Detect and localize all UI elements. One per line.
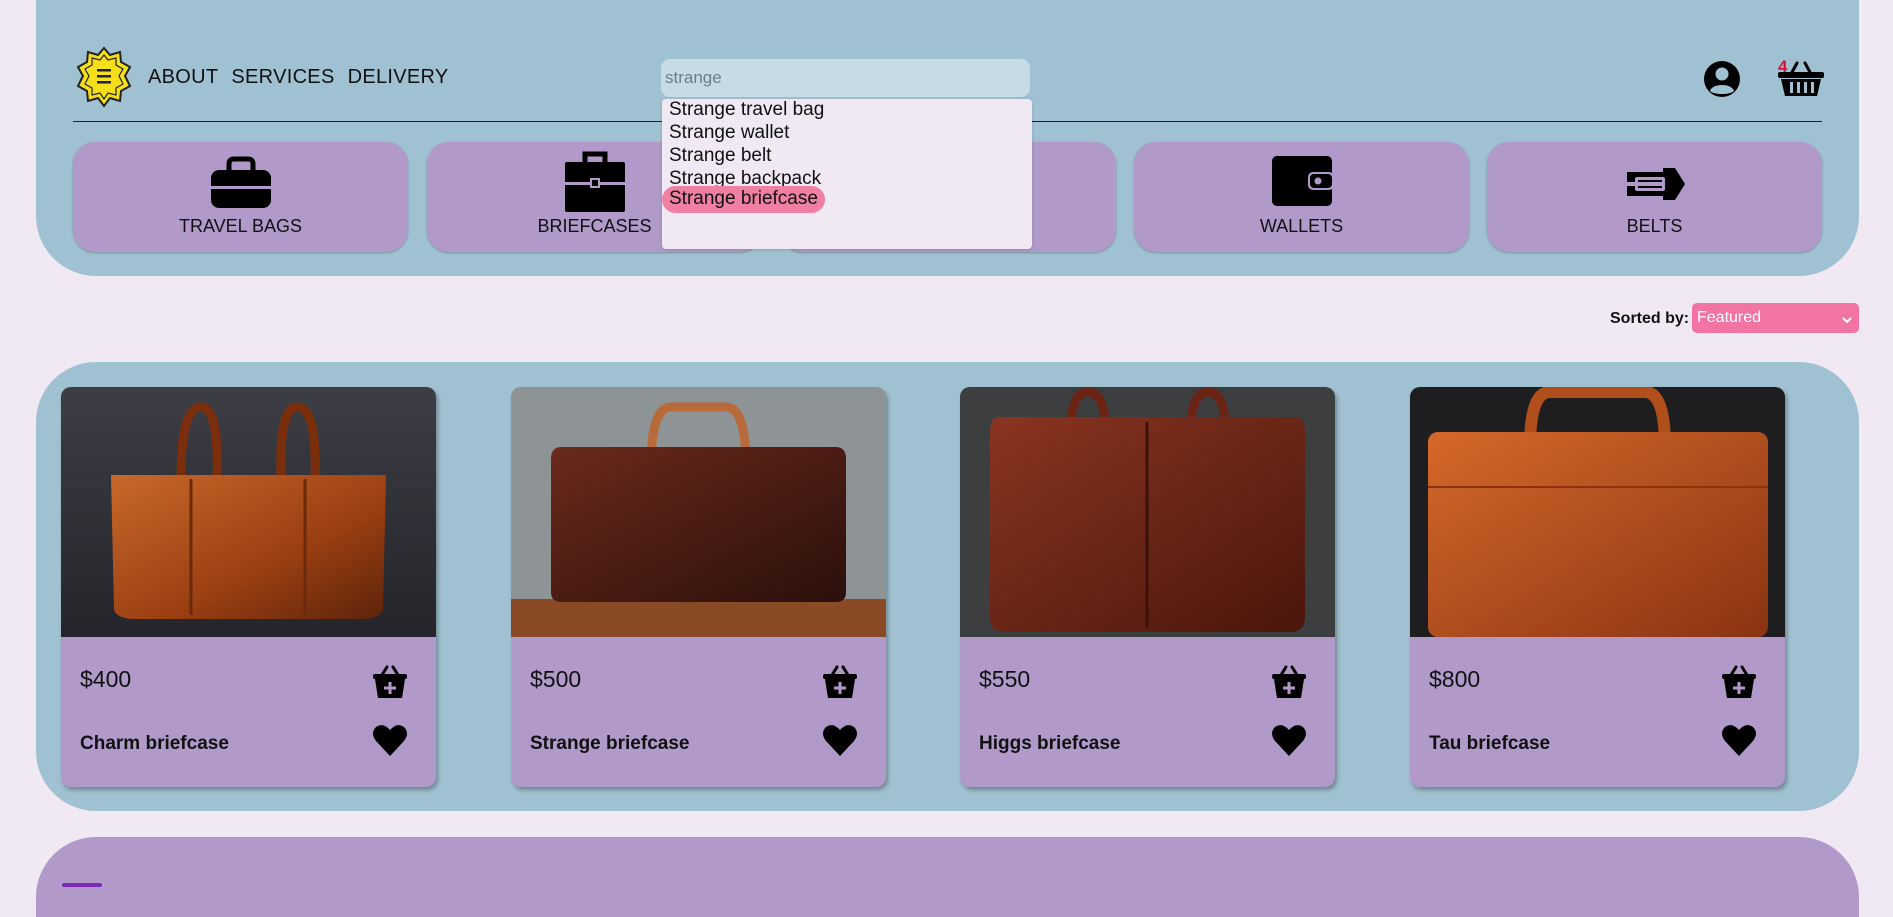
- add-to-cart-icon[interactable]: [822, 665, 858, 699]
- product-name: Charm briefcase: [80, 733, 229, 754]
- products-panel: $400 Charm briefcase $500 Strange briefc…: [36, 362, 1859, 811]
- add-to-cart-icon[interactable]: [1721, 665, 1757, 699]
- category-belts[interactable]: BELTS: [1487, 142, 1822, 252]
- briefcase-icon: [563, 151, 627, 219]
- travel-bag-icon: [209, 156, 273, 215]
- main-nav: ABOUT SERVICES DELIVERY: [148, 66, 449, 89]
- add-to-cart-icon[interactable]: [372, 665, 408, 699]
- product-price: $400: [80, 666, 132, 692]
- category-label: WALLETS: [1259, 216, 1344, 236]
- chevron-down-icon: [1841, 312, 1853, 330]
- footer-decoration: [62, 883, 102, 887]
- product-image[interactable]: [1410, 387, 1785, 637]
- search-suggestions: Strange travel bag Strange wallet Strang…: [662, 99, 1032, 249]
- product-name: Strange briefcase: [530, 733, 690, 754]
- wallet-icon: [1270, 156, 1334, 213]
- product-card[interactable]: $400 Charm briefcase: [61, 387, 436, 787]
- heart-icon[interactable]: [1721, 723, 1757, 757]
- sort-value: Featured: [1697, 309, 1762, 326]
- product-image[interactable]: [511, 387, 886, 637]
- add-to-cart-icon[interactable]: [1271, 665, 1307, 699]
- suggestion-item[interactable]: Strange travel bag: [669, 99, 824, 121]
- sort-label: Sorted by:: [1610, 310, 1690, 327]
- suggestion-item[interactable]: Strange belt: [669, 145, 771, 167]
- suggestion-item[interactable]: Strange wallet: [669, 122, 789, 144]
- category-wallets[interactable]: WALLETS: [1134, 142, 1469, 252]
- category-label: BELTS: [1626, 216, 1683, 236]
- cart-count-badge: 4: [1778, 57, 1788, 76]
- product-card[interactable]: $500 Strange briefcase: [511, 387, 886, 787]
- product-image[interactable]: [960, 387, 1335, 637]
- product-name: Higgs briefcase: [979, 733, 1121, 754]
- product-image[interactable]: [61, 387, 436, 637]
- product-name: Tau briefcase: [1429, 733, 1551, 754]
- search-input[interactable]: [661, 59, 1030, 97]
- belt-icon: [1623, 156, 1687, 221]
- heart-icon[interactable]: [1271, 723, 1307, 757]
- product-price: $500: [530, 666, 582, 692]
- footer-panel: [36, 837, 1859, 917]
- heart-icon[interactable]: [822, 723, 858, 757]
- product-price: $800: [1429, 666, 1481, 692]
- sort-select[interactable]: Featured: [1692, 303, 1859, 333]
- nav-services[interactable]: SERVICES: [231, 66, 334, 89]
- logo-icon[interactable]: [76, 46, 132, 108]
- product-price: $550: [979, 666, 1031, 692]
- product-card[interactable]: $550 Higgs briefcase: [960, 387, 1335, 787]
- user-account-icon[interactable]: [1703, 60, 1741, 98]
- nav-delivery[interactable]: DELIVERY: [348, 66, 449, 89]
- category-travel-bags[interactable]: TRAVEL BAGS: [73, 142, 408, 252]
- suggestion-item-highlighted[interactable]: Strange briefcase: [662, 186, 825, 213]
- product-card[interactable]: $800 Tau briefcase: [1410, 387, 1785, 787]
- nav-about[interactable]: ABOUT: [148, 66, 218, 89]
- category-label: TRAVEL BAGS: [178, 216, 303, 236]
- heart-icon[interactable]: [372, 723, 408, 757]
